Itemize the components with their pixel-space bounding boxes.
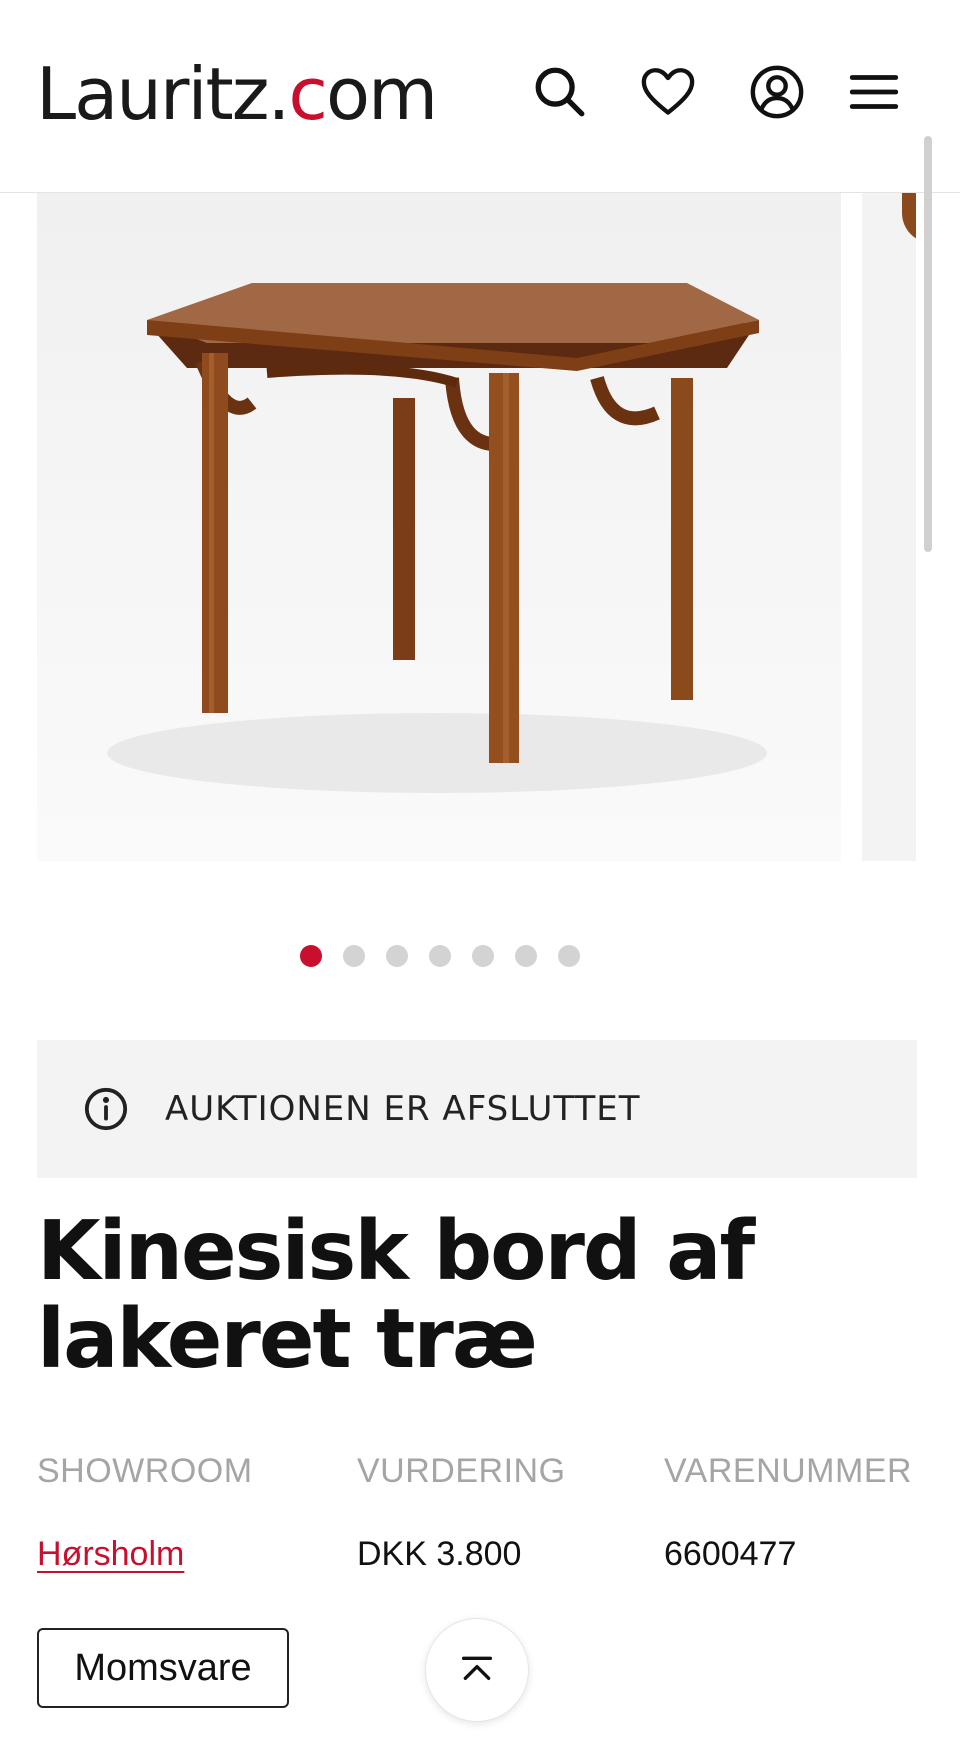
item-number-label: VARENUMMER [664,1452,913,1490]
lauritz-logo[interactable]: Lauritz.com [36,44,438,144]
valuation-label: VURDERING [357,1452,566,1490]
valuation-info: VURDERING DKK 3.800 [357,1452,566,1574]
item-number-info: VARENUMMER 6600477 [664,1452,912,1574]
carousel-dot[interactable] [386,945,408,967]
carousel-dot[interactable] [429,945,451,967]
info-icon [84,1087,128,1131]
product-image[interactable] [37,193,841,861]
auction-status-banner: AUKTIONEN ER AFSLUTTET [37,1040,917,1178]
carousel-dot[interactable] [558,945,580,967]
product-title: Kinesisk bord af lakeret træ [37,1204,755,1387]
valuation-value: DKK 3.800 [357,1535,522,1573]
carousel-dot[interactable] [343,945,365,967]
scroll-to-top-button[interactable] [425,1618,529,1722]
menu-icon[interactable] [842,60,906,124]
account-icon[interactable] [745,60,809,124]
chevron-up-icon [462,1656,492,1680]
site-header: Lauritz.com [0,0,960,193]
carousel-dot[interactable] [515,945,537,967]
page-scrollbar[interactable] [924,136,932,552]
showroom-info: SHOWROOM Hørsholm [37,1452,253,1574]
carousel-dot[interactable] [300,945,322,967]
carousel-pagination [0,945,920,969]
showroom-link[interactable]: Hørsholm [37,1535,253,1574]
vat-item-badge[interactable]: Momsvare [37,1628,289,1708]
heart-icon[interactable] [636,60,700,124]
image-carousel[interactable] [0,193,960,863]
item-number-value: 6600477 [664,1535,797,1573]
showroom-label: SHOWROOM [37,1452,253,1490]
search-icon[interactable] [528,60,592,124]
auction-status-text: AUKTIONEN ER AFSLUTTET [165,1089,641,1129]
carousel-dot[interactable] [472,945,494,967]
next-image-preview[interactable] [862,193,916,861]
